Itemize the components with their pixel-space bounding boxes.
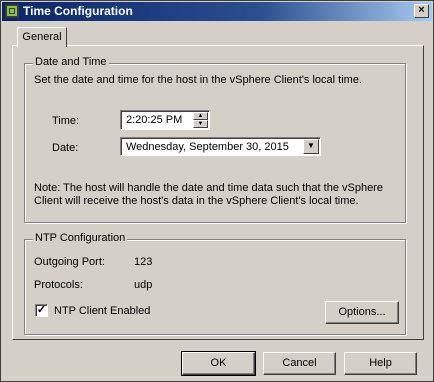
time-value: 2:20:25 PM: [126, 114, 183, 126]
ntp-configuration-group: NTP Configuration Outgoing Port: 123 Pro…: [24, 232, 406, 335]
options-button[interactable]: Options...: [325, 301, 399, 324]
ntp-group-title: NTP Configuration: [33, 232, 128, 244]
ok-button-label: OK: [210, 357, 227, 369]
protocols-value: udp: [134, 279, 153, 291]
time-decrement-button[interactable]: ▼: [193, 120, 208, 128]
date-time-group: Date and Time Set the date and time for …: [24, 56, 406, 223]
outgoing-port-value: 123: [134, 256, 153, 268]
cancel-button-label: Cancel: [282, 357, 317, 369]
date-time-description: Set the date and time for the host in th…: [34, 74, 363, 86]
help-button-label: Help: [369, 357, 392, 369]
tab-general[interactable]: General: [17, 27, 67, 47]
close-button[interactable]: ×: [414, 4, 429, 18]
time-increment-button[interactable]: ▲: [193, 112, 208, 120]
note-line-2: Client will receive the host's data in t…: [34, 195, 359, 207]
ntp-client-enabled-checkbox[interactable]: ✓: [35, 304, 48, 317]
date-dropdown-button[interactable]: ▼: [303, 139, 319, 154]
help-button[interactable]: Help: [344, 352, 417, 375]
date-time-group-title: Date and Time: [33, 56, 109, 68]
spin-up-icon: ▲: [197, 113, 204, 119]
close-icon: ×: [418, 4, 425, 16]
cancel-button[interactable]: Cancel: [263, 352, 336, 375]
general-tab-panel: Date and Time Set the date and time for …: [12, 45, 424, 340]
vmware-logo-icon: [5, 4, 19, 18]
checkmark-icon: ✓: [36, 304, 47, 316]
date-value: Wednesday, September 30, 2015: [126, 141, 289, 153]
options-button-label: Options...: [338, 306, 386, 318]
time-configuration-dialog: Time Configuration × General Date and Ti…: [0, 0, 434, 382]
protocols-label: Protocols:: [34, 279, 83, 291]
outgoing-port-label: Outgoing Port:: [34, 256, 105, 268]
chevron-down-icon: ▼: [307, 141, 315, 150]
window-title: Time Configuration: [23, 4, 133, 18]
time-input[interactable]: 2:20:25 PM ▲ ▼: [120, 110, 210, 130]
date-picker[interactable]: Wednesday, September 30, 2015 ▼: [120, 137, 321, 156]
title-bar[interactable]: Time Configuration ×: [2, 2, 432, 21]
ntp-client-enabled-label[interactable]: NTP Client Enabled: [54, 305, 150, 317]
ok-button[interactable]: OK: [181, 351, 256, 376]
date-label: Date:: [52, 142, 79, 154]
spin-down-icon: ▼: [197, 121, 204, 127]
note-line-1: Note: The host will handle the date and …: [34, 182, 383, 194]
time-label: Time:: [52, 115, 80, 127]
